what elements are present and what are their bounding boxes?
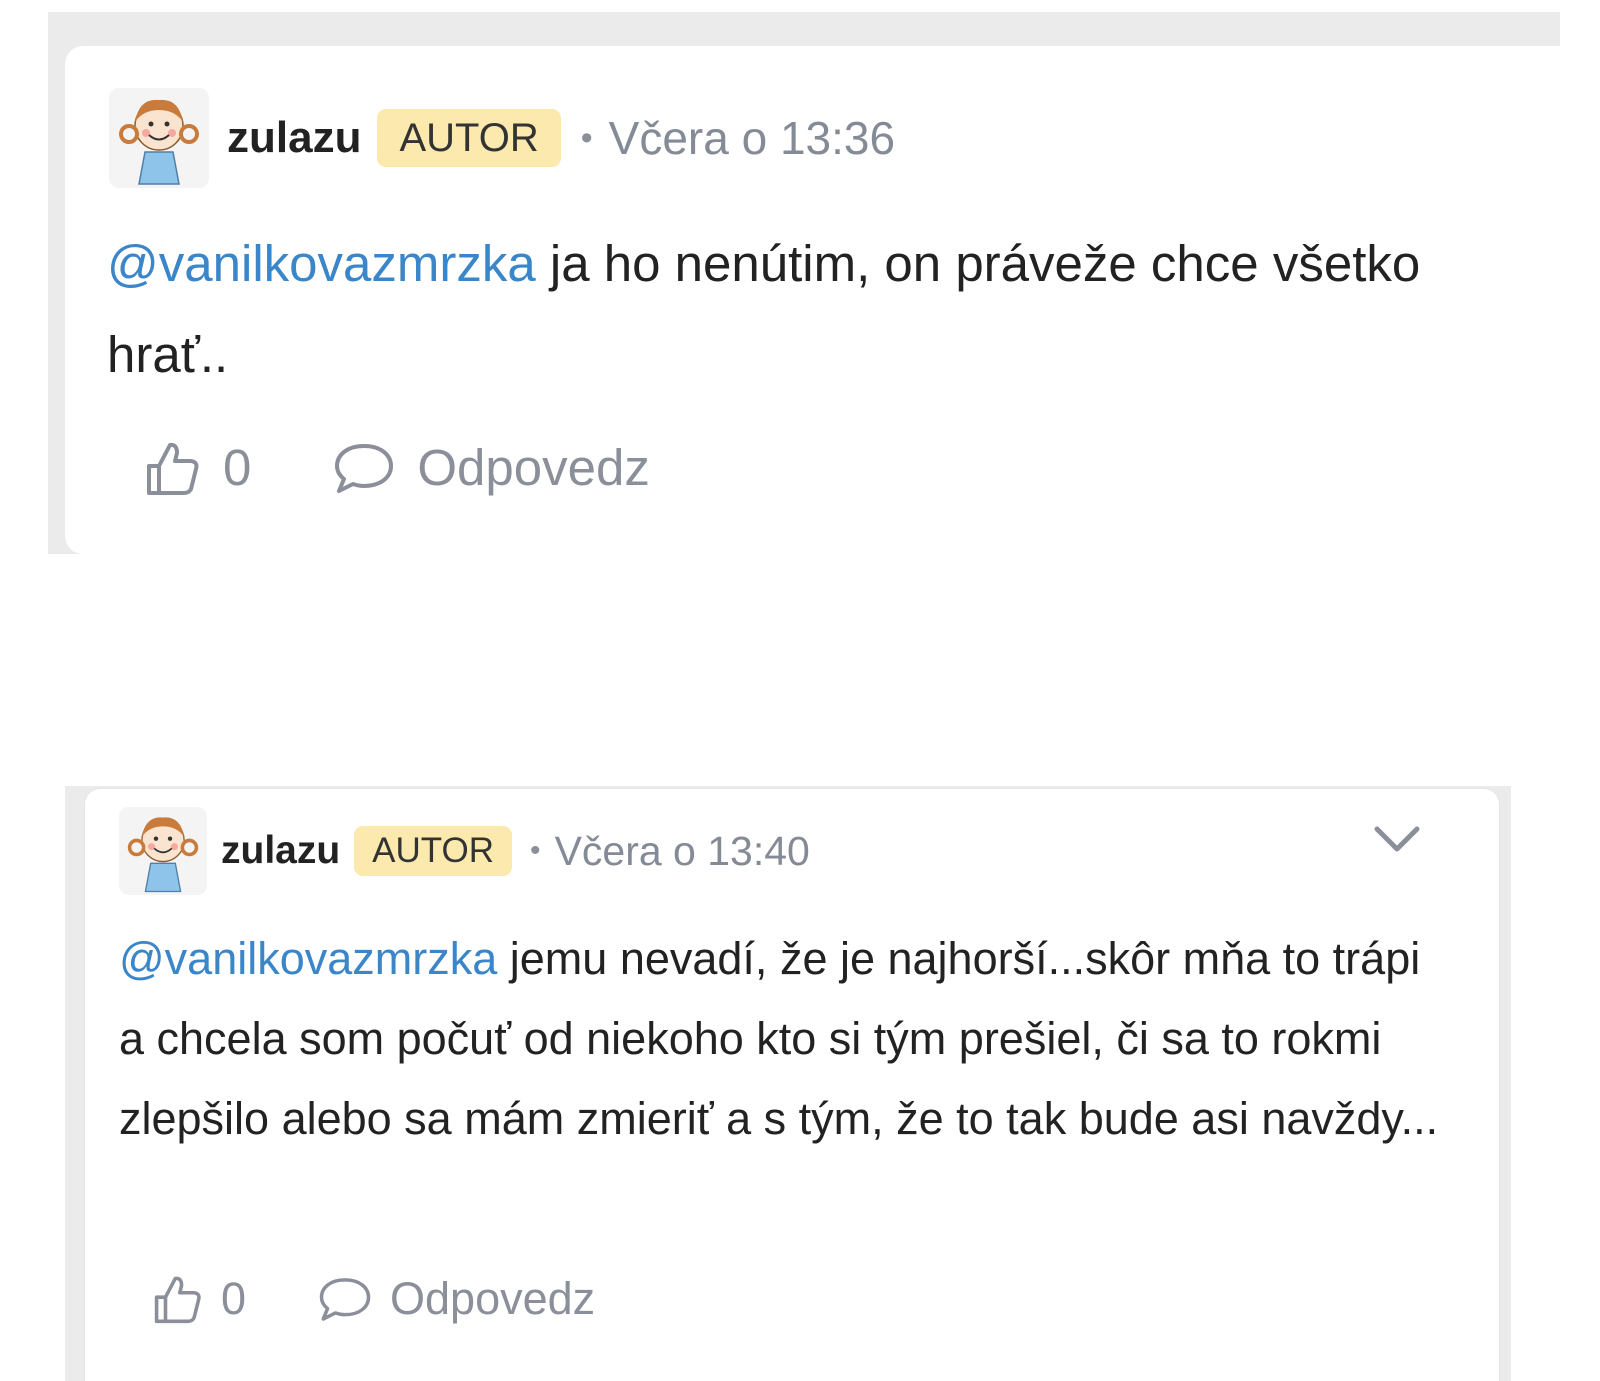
comment-card-1: zulazu AUTOR • Včera o 13:36 @vanilkovaz…: [65, 46, 1600, 554]
comment-body: @vanilkovazmrzka jemu nevadí, že je najh…: [119, 919, 1449, 1159]
comment-timestamp: Včera o 13:36: [608, 112, 896, 164]
meta-separator: •: [530, 834, 541, 867]
like-button[interactable]: 0: [153, 1273, 246, 1325]
reply-button[interactable]: Odpovedz: [318, 1273, 595, 1325]
comment-actions: 0 Odpovedz: [145, 438, 650, 497]
user-mention[interactable]: @vanilkovazmrzka: [119, 933, 497, 984]
comment-actions: 0 Odpovedz: [153, 1273, 595, 1325]
comment-timestamp: Včera o 13:40: [554, 827, 810, 874]
comment-header: zulazu AUTOR • Včera o 13:40: [119, 807, 810, 895]
like-count: 0: [223, 439, 252, 496]
author-badge: AUTOR: [377, 109, 561, 167]
username[interactable]: zulazu: [221, 829, 340, 873]
speech-bubble-icon: [319, 1278, 371, 1321]
reply-button[interactable]: Odpovedz: [333, 438, 650, 497]
thumbs-up-icon: [147, 442, 199, 495]
reply-label: Odpovedz: [417, 439, 650, 496]
user-mention[interactable]: @vanilkovazmrzka: [107, 235, 536, 292]
speech-bubble-icon: [335, 443, 394, 493]
author-badge: AUTOR: [354, 826, 513, 876]
thumbs-up-icon: [154, 1276, 201, 1324]
user-avatar[interactable]: [109, 88, 209, 188]
meta-separator: •: [580, 118, 593, 157]
username[interactable]: zulazu: [227, 113, 361, 163]
user-avatar[interactable]: [119, 807, 207, 895]
comment-body: @vanilkovazmrzka ja ho nenútim, on práve…: [107, 218, 1527, 400]
comment-header: zulazu AUTOR • Včera o 13:36: [109, 88, 895, 188]
comment-card-2: zulazu AUTOR • Včera o 13:40 @vanilkovaz…: [84, 788, 1500, 1381]
like-button[interactable]: 0: [145, 438, 251, 497]
like-count: 0: [221, 1273, 247, 1324]
chevron-down-icon[interactable]: [1373, 823, 1421, 860]
reply-label: Odpovedz: [390, 1273, 596, 1324]
